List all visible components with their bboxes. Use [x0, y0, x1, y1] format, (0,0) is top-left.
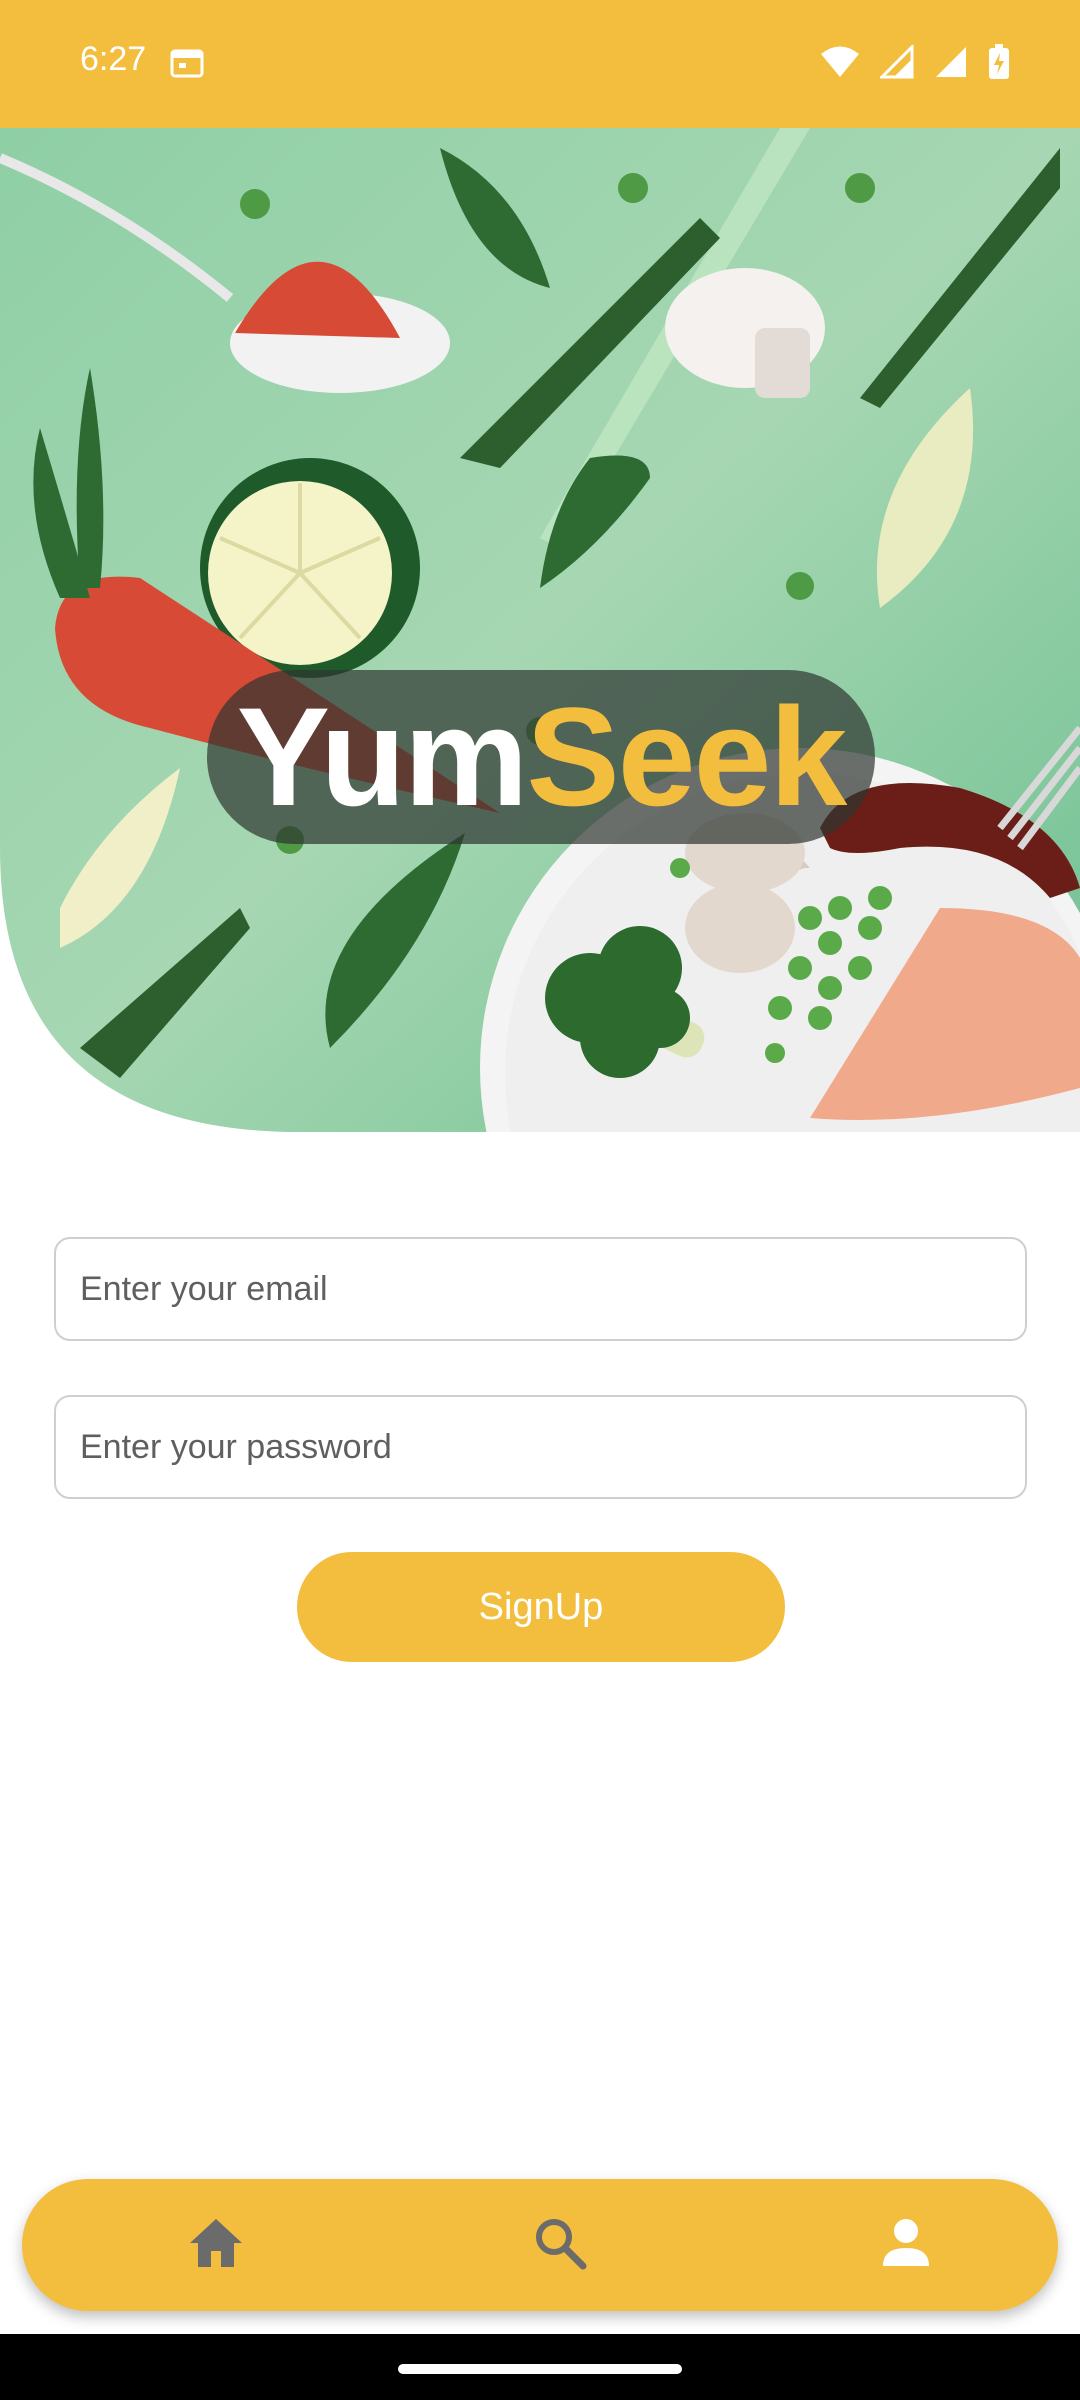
- nav-profile[interactable]: [846, 2179, 966, 2311]
- signup-button[interactable]: SignUp: [297, 1552, 785, 1662]
- wifi-icon: [820, 45, 860, 84]
- logo-text-seek: Seek: [526, 678, 847, 835]
- nav-home[interactable]: [156, 2179, 276, 2311]
- email-field[interactable]: [54, 1237, 1027, 1341]
- signup-screen: 6:27 YumSeek Enter your email SignUp: [0, 0, 1080, 2400]
- search-icon: [533, 2216, 587, 2275]
- password-input[interactable]: [56, 1397, 1025, 1497]
- calendar-icon: [170, 48, 204, 83]
- system-gesture-bar: [0, 2334, 1080, 2400]
- home-icon: [188, 2217, 244, 2274]
- logo-text-yum: Yum: [236, 678, 529, 835]
- status-icons: [820, 43, 1010, 85]
- gesture-handle[interactable]: [398, 2364, 682, 2374]
- status-time: 6:27: [80, 40, 147, 78]
- password-field[interactable]: [54, 1395, 1027, 1499]
- bottom-navigation: [22, 2179, 1058, 2311]
- battery-charging-icon: [988, 44, 1010, 85]
- status-bar: 6:27: [0, 0, 1080, 128]
- hero-illustration: YumSeek: [0, 128, 1080, 1132]
- nav-search[interactable]: [500, 2179, 620, 2311]
- person-icon: [881, 2218, 931, 2273]
- signal-icon: [934, 45, 968, 84]
- app-logo: YumSeek: [207, 670, 875, 844]
- signal-icon: [878, 43, 914, 84]
- email-input[interactable]: [56, 1239, 1025, 1339]
